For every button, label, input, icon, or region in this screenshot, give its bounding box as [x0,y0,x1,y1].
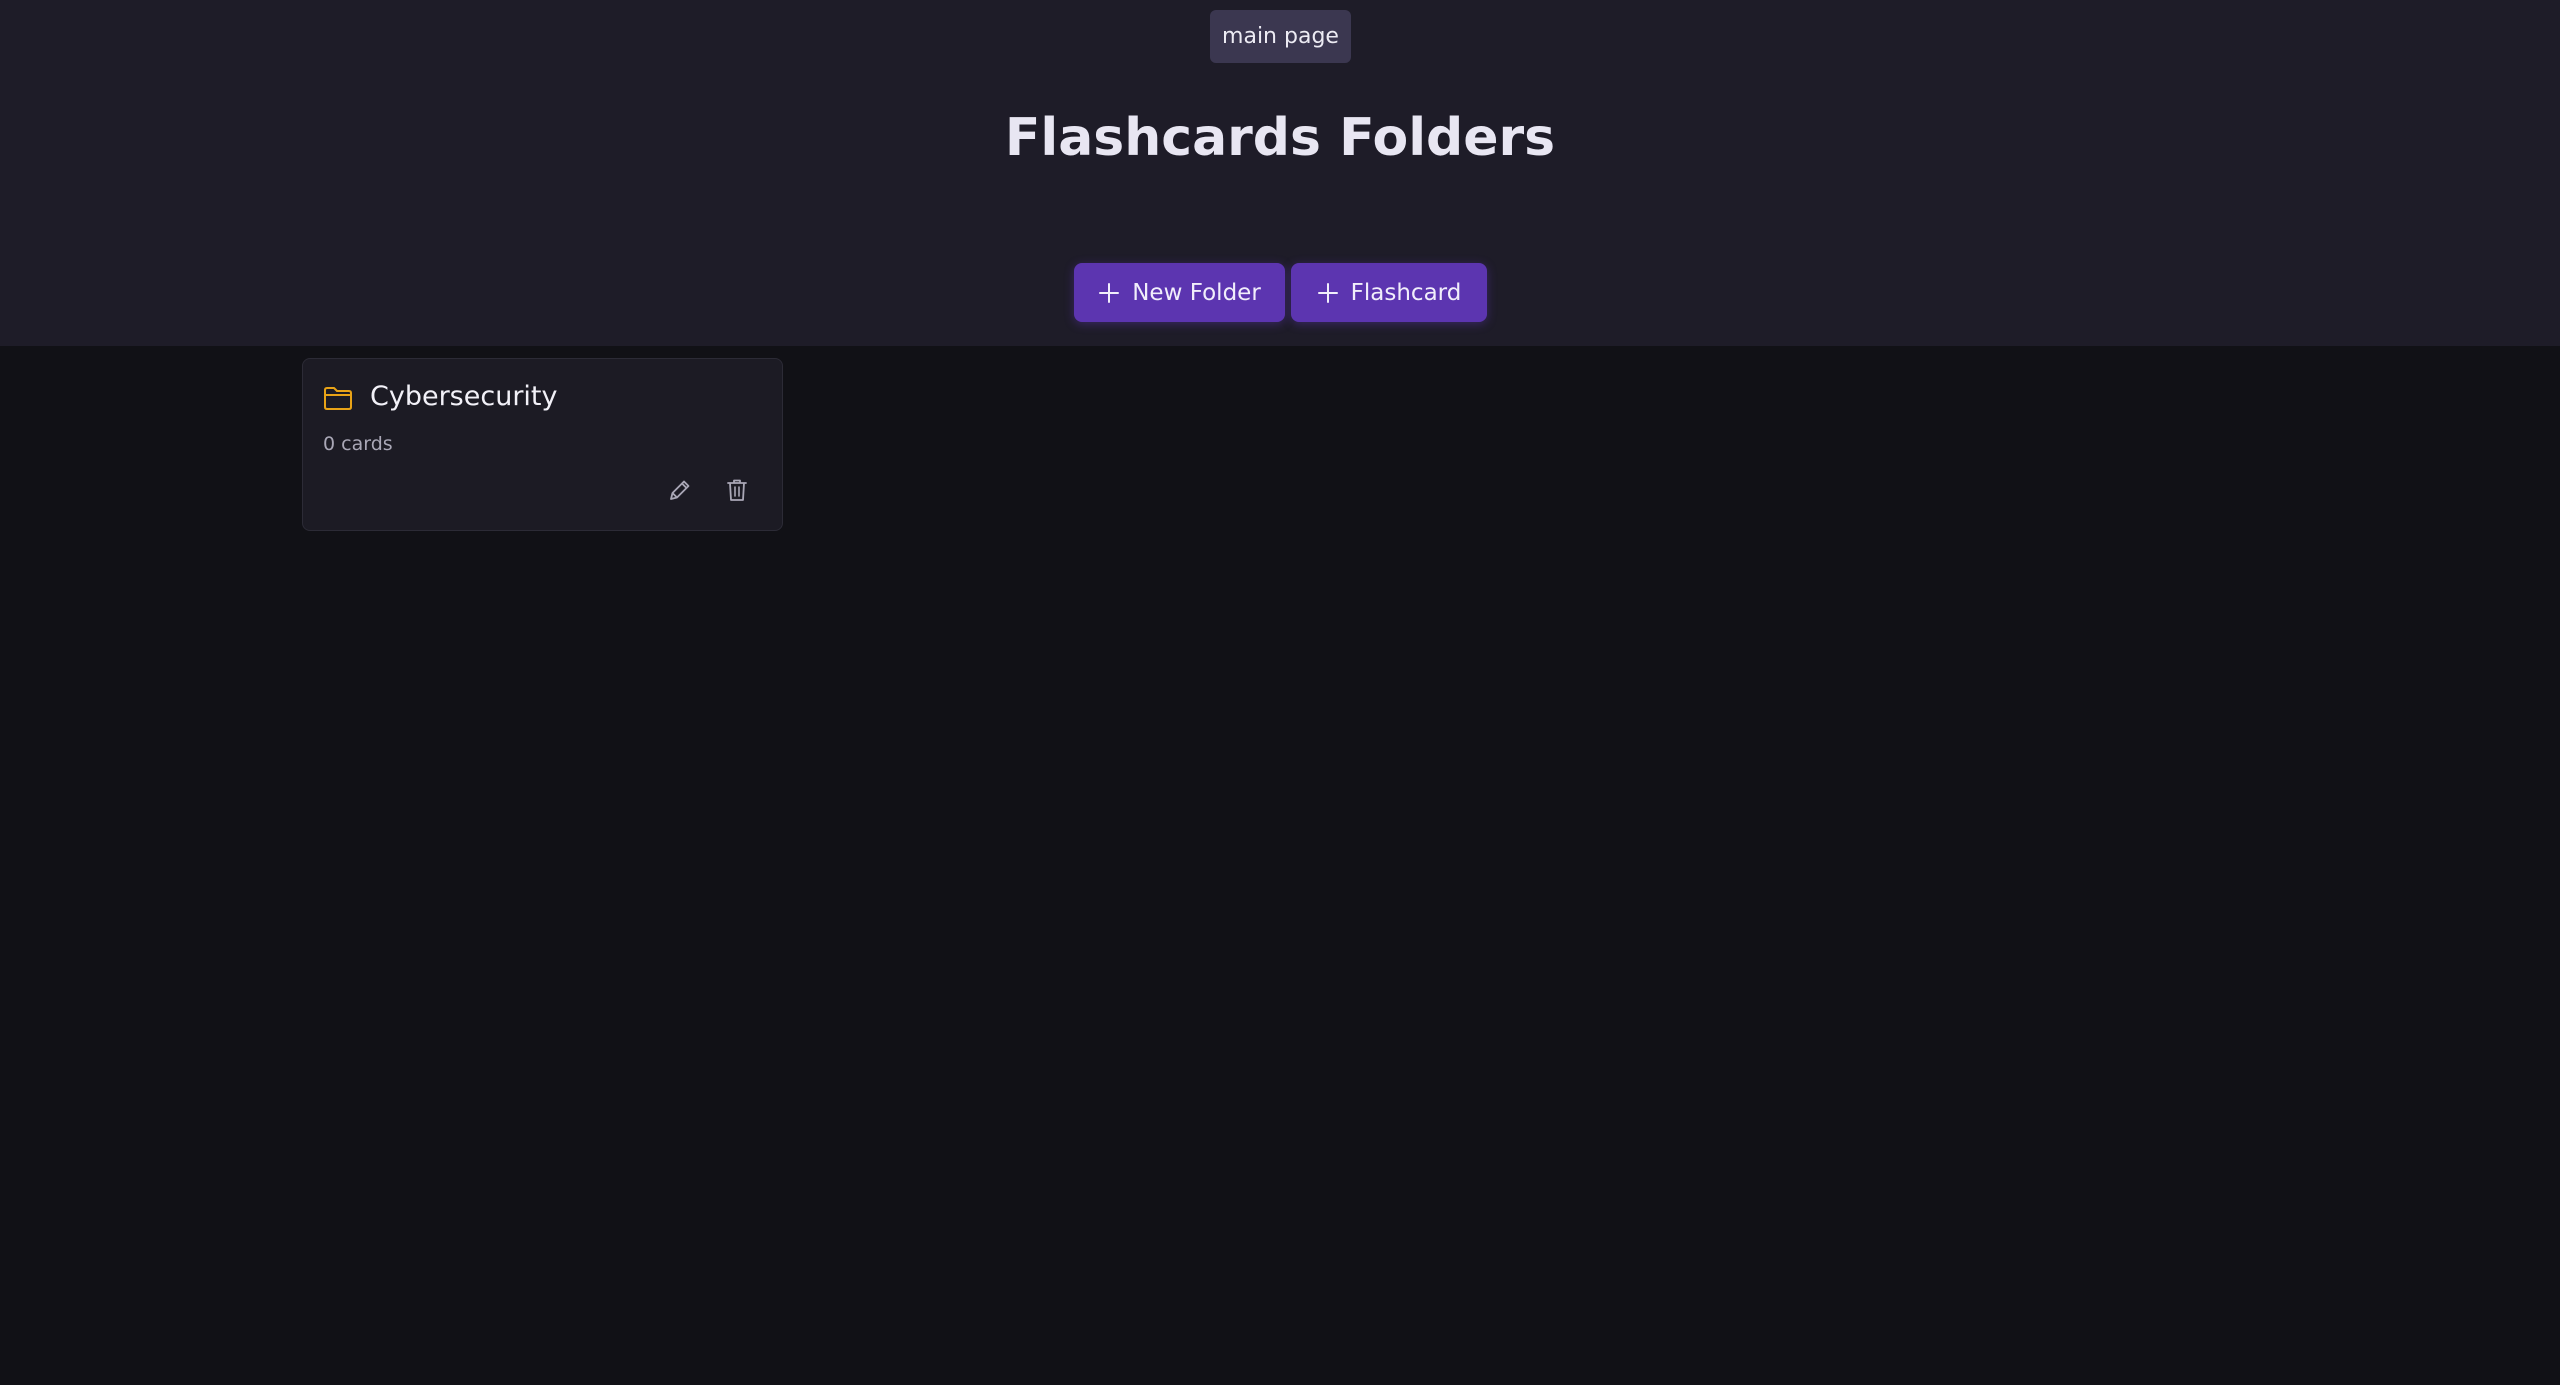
plus-icon [1099,282,1120,303]
folder-card-count: 0 cards [323,433,393,455]
new-folder-button[interactable]: New Folder [1074,263,1285,322]
folder-name: Cybersecurity [370,381,558,412]
folder-card[interactable]: Cybersecurity 0 cards [302,358,783,531]
new-flashcard-button[interactable]: Flashcard [1291,263,1487,322]
trash-icon [727,479,747,501]
folder-icon [324,387,352,410]
header: main page Flashcards Folders New Folder … [0,0,2560,346]
page-title: Flashcards Folders [1004,108,1556,168]
plus-icon [1317,282,1338,303]
delete-folder-button[interactable] [722,475,752,505]
flashcard-label: Flashcard [1350,279,1462,306]
main-page-button[interactable]: main page [1210,10,1351,63]
pencil-icon [670,480,690,500]
edit-folder-button[interactable] [665,475,695,505]
new-folder-label: New Folder [1132,279,1261,306]
